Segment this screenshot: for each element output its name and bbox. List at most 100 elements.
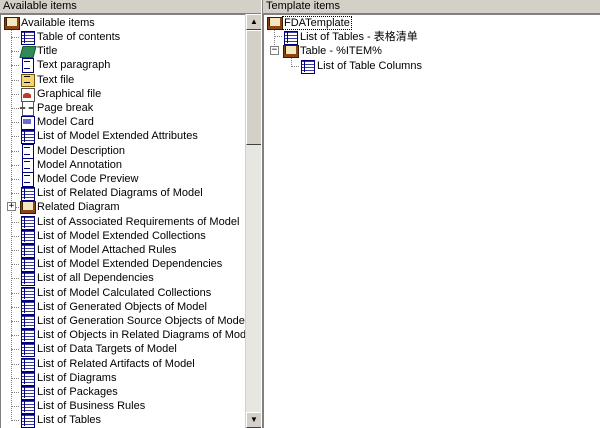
tree-root-label: FDATemplate: [282, 16, 352, 30]
list-icon: [19, 371, 35, 386]
tree-item-label: List of Diagrams: [37, 372, 117, 384]
list-icon: [19, 413, 35, 428]
available-item-table-of-contents[interactable]: Table of contents: [19, 30, 122, 45]
available-item-text-paragraph[interactable]: Text paragraph: [19, 58, 112, 73]
tree-item-label: Model Code Preview: [37, 173, 139, 185]
available-item-list-of-related-artifacts-of-model[interactable]: List of Related Artifacts of Model: [19, 357, 197, 372]
available-item-list-of-objects-in-related-diagrams-of-model[interactable]: List of Objects in Related Diagrams of M…: [19, 328, 245, 343]
tree-line: [11, 321, 19, 322]
available-item-list-of-all-dependencies[interactable]: List of all Dependencies: [19, 271, 156, 286]
tree-line: [11, 307, 19, 308]
tree-line: [291, 66, 299, 67]
collapse-toggle[interactable]: −: [270, 46, 279, 55]
list-icon: [19, 229, 35, 244]
tree-root-available-items[interactable]: Available items: [3, 16, 97, 30]
tree-item-label: Title: [37, 45, 58, 57]
tree-item-label: List of Associated Requirements of Model: [37, 216, 240, 228]
tree-line: [11, 236, 19, 237]
available-item-model-annotation[interactable]: Model Annotation: [19, 158, 124, 173]
tree-item-label: Graphical file: [37, 88, 102, 100]
tree-line: [11, 378, 19, 379]
available-item-text-file[interactable]: Text file: [19, 73, 76, 87]
tree-item-label: Text paragraph: [37, 59, 111, 71]
available-items-header: Available items: [0, 0, 261, 14]
available-item-title[interactable]: Title: [19, 44, 59, 58]
available-item-list-of-data-targets-of-model[interactable]: List of Data Targets of Model: [19, 342, 179, 357]
available-item-list-of-tables[interactable]: List of Tables: [19, 413, 103, 428]
tree-line: [11, 392, 19, 393]
tree-line: [11, 406, 19, 407]
expand-toggle[interactable]: +: [7, 202, 16, 211]
vertical-scrollbar[interactable]: ▲ ▼: [245, 14, 262, 428]
title-icon: [19, 44, 35, 58]
list-icon: [19, 342, 35, 357]
tree-line: [11, 179, 19, 180]
scroll-thumb[interactable]: [246, 30, 262, 145]
template-items-tree[interactable]: FDATemplate List of Tables - 表格清单 − Tabl…: [263, 14, 600, 428]
tree-line: [11, 136, 19, 137]
tree-item-label: List of Related Artifacts of Model: [37, 358, 195, 370]
tree-root-fdatemplate[interactable]: FDATemplate: [266, 16, 352, 30]
tree-item-label: List of all Dependencies: [37, 272, 154, 284]
tree-item-label: List of Tables: [37, 414, 102, 426]
tree-item-label: List of Business Rules: [37, 400, 146, 412]
book-icon: [19, 200, 36, 214]
scroll-down-button[interactable]: ▼: [246, 412, 262, 428]
available-items-pane: Available items Available items Table of…: [0, 0, 262, 428]
available-item-list-of-business-rules[interactable]: List of Business Rules: [19, 399, 147, 414]
book-icon: [266, 16, 283, 30]
document-icon: [19, 158, 35, 173]
template-items-header: Template items: [263, 0, 600, 14]
available-item-list-of-model-attached-rules[interactable]: List of Model Attached Rules: [19, 243, 178, 258]
tree-item-label: List of Model Calculated Collections: [37, 287, 212, 299]
available-item-related-diagram[interactable]: Related Diagram: [19, 200, 122, 214]
available-item-list-of-associated-requirements-of-model[interactable]: List of Associated Requirements of Model: [19, 215, 241, 230]
tree-line: [11, 165, 19, 166]
tree-item-label: List of Packages: [37, 386, 118, 398]
template-item-table[interactable]: Table - %ITEM%: [282, 44, 384, 58]
list-icon: [19, 257, 35, 272]
available-item-list-of-model-extended-collections[interactable]: List of Model Extended Collections: [19, 229, 208, 244]
tree-line: [11, 122, 19, 123]
list-icon: [19, 300, 35, 315]
tree-line: [11, 349, 19, 350]
tree-root-label: Available items: [21, 17, 95, 29]
tree-item-label: Table of contents: [37, 31, 121, 43]
available-item-model-description[interactable]: Model Description: [19, 144, 127, 159]
available-items-tree[interactable]: Available items Table of contents Title Te…: [0, 14, 245, 428]
available-item-list-of-model-calculated-collections[interactable]: List of Model Calculated Collections: [19, 286, 213, 301]
available-item-model-code-preview[interactable]: Model Code Preview: [19, 172, 141, 187]
available-item-list-of-generated-objects-of-model[interactable]: List of Generated Objects of Model: [19, 300, 209, 315]
tree-item-label: List of Data Targets of Model: [37, 343, 177, 355]
tree-item-label: List of Model Extended Dependencies: [37, 258, 223, 270]
tree-item-label: Text file: [37, 74, 75, 86]
available-item-list-of-diagrams[interactable]: List of Diagrams: [19, 371, 118, 386]
available-item-list-of-model-extended-attributes[interactable]: List of Model Extended Attributes: [19, 129, 200, 144]
list-icon: [19, 399, 35, 414]
card-icon: [19, 115, 35, 130]
tree-item-label: Page break: [37, 102, 94, 114]
available-item-list-of-model-extended-dependencies[interactable]: List of Model Extended Dependencies: [19, 257, 224, 272]
scroll-up-button[interactable]: ▲: [246, 14, 262, 30]
list-icon: [19, 243, 35, 258]
list-icon: [19, 314, 35, 329]
available-item-page-break[interactable]: Page break: [19, 101, 95, 116]
available-item-list-of-generation-source-objects-of-model[interactable]: List of Generation Source Objects of Mod…: [19, 314, 245, 329]
tree-item-label: Model Description: [37, 145, 126, 157]
document-icon: [19, 144, 35, 159]
available-item-graphical-file[interactable]: Graphical file: [19, 87, 103, 102]
book-icon: [3, 16, 20, 30]
available-item-list-of-packages[interactable]: List of Packages: [19, 385, 120, 400]
book-icon: [282, 44, 299, 58]
template-items-pane: Template items FDATemplate List of Table…: [263, 0, 600, 428]
template-item-list-of-tables[interactable]: List of Tables - 表格清单: [282, 30, 420, 45]
tree-item-label: Table - %ITEM%: [300, 45, 382, 57]
list-icon: [19, 286, 35, 301]
available-item-list-of-related-diagrams-of-model[interactable]: List of Related Diagrams of Model: [19, 186, 205, 201]
template-item-list-of-table-columns[interactable]: List of Table Columns: [299, 59, 424, 74]
graphic-file-icon: [19, 87, 35, 102]
available-item-model-card[interactable]: Model Card: [19, 115, 96, 130]
list-icon: [282, 30, 298, 45]
tree-line: [11, 364, 19, 365]
document-icon: [19, 58, 35, 73]
